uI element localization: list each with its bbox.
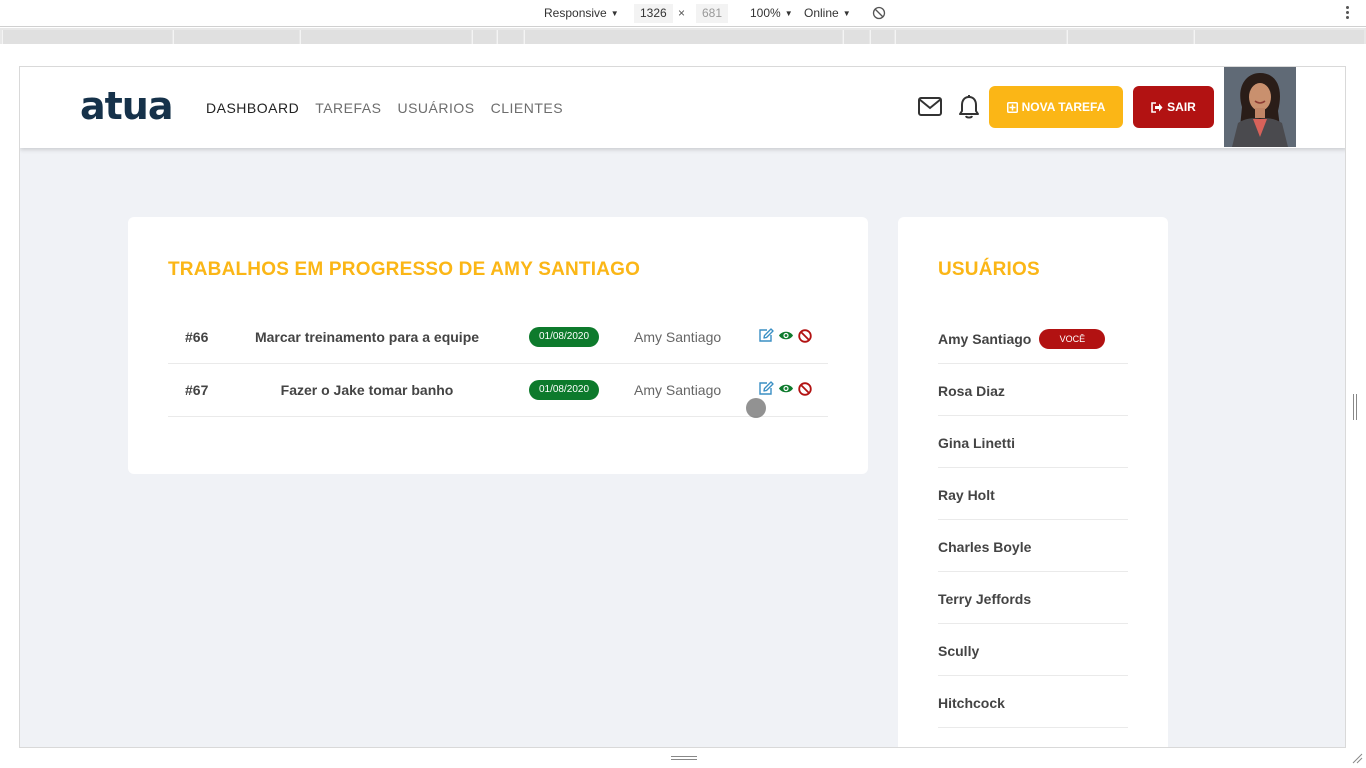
- task-title: Fazer o Jake tomar banho: [280, 382, 454, 398]
- list-item[interactable]: Gina Linetti: [938, 416, 1128, 468]
- task-actions: [758, 328, 812, 343]
- new-task-button[interactable]: NOVA TAREFA: [989, 86, 1123, 128]
- tasks-panel-title: TRABALHOS EM PROGRESSO DE AMY SANTIAGO: [168, 259, 641, 280]
- media-query-ruler: [0, 28, 1366, 44]
- exit-button[interactable]: SAIR: [1133, 86, 1214, 128]
- nav-dashboard[interactable]: DASHBOARD: [206, 100, 299, 116]
- touch-cursor: [746, 398, 766, 418]
- user-name: Charles Boyle: [938, 538, 1032, 555]
- new-task-label: NOVA TAREFA: [1021, 100, 1106, 114]
- list-item[interactable]: Amy Santiago VOCÊ: [938, 312, 1128, 364]
- network-label: Online: [804, 6, 839, 20]
- rotate-icon[interactable]: [872, 6, 886, 20]
- page-viewport: atua DASHBOARD TAREFAS USUÁRIOS CLIENTES…: [19, 66, 1346, 748]
- user-name: Scully: [938, 642, 980, 659]
- users-panel-title: USUÁRIOS: [938, 259, 1040, 280]
- list-item[interactable]: Hitchcock: [938, 676, 1128, 728]
- device-mode-select[interactable]: Responsive ▼: [544, 6, 619, 20]
- task-title: Marcar treinamento para a equipe: [254, 329, 480, 345]
- list-item[interactable]: Charles Boyle: [938, 520, 1128, 572]
- task-id: #67: [185, 382, 209, 398]
- block-icon[interactable]: [798, 381, 812, 396]
- list-item[interactable]: Ray Holt: [938, 468, 1128, 520]
- task-date-badge: 01/08/2020: [529, 380, 599, 400]
- users-list: Amy Santiago VOCÊ Rosa Diaz Gina Linetti…: [938, 312, 1128, 728]
- user-name: Terry Jeffords: [938, 590, 1032, 607]
- nav-tarefas[interactable]: TAREFAS: [315, 100, 381, 116]
- task-actions: [758, 381, 812, 396]
- task-id: #66: [185, 329, 209, 345]
- sign-out-icon: [1151, 101, 1163, 113]
- avatar[interactable]: [1224, 67, 1296, 147]
- task-owner: Amy Santiago: [634, 329, 722, 345]
- height-input[interactable]: 681: [696, 4, 729, 23]
- devtools-toolbar: Responsive ▼ 1326 × 681 100% ▼ Online ▼: [0, 0, 1366, 27]
- user-name: Ray Holt: [938, 486, 995, 503]
- list-item[interactable]: Rosa Diaz: [938, 364, 1128, 416]
- chevron-down-icon: ▼: [842, 8, 851, 18]
- task-date-badge: 01/08/2020: [529, 327, 599, 347]
- user-name: Gina Linetti: [938, 434, 1015, 451]
- user-name: Hitchcock: [938, 694, 1005, 711]
- width-input[interactable]: 1326: [634, 4, 673, 23]
- tasks-panel: TRABALHOS EM PROGRESSO DE AMY SANTIAGO #…: [128, 217, 868, 474]
- dimension-separator: ×: [678, 6, 686, 20]
- chevron-down-icon: ▼: [610, 8, 619, 18]
- table-row[interactable]: #66 Marcar treinamento para a equipe 01/…: [168, 311, 828, 364]
- logo[interactable]: atua: [80, 84, 174, 128]
- zoom-label: 100%: [750, 6, 781, 20]
- view-icon[interactable]: [778, 382, 794, 395]
- list-item[interactable]: Terry Jeffords: [938, 572, 1128, 624]
- plus-square-icon: [1006, 101, 1018, 113]
- nav-clientes[interactable]: CLIENTES: [491, 100, 563, 116]
- bell-icon[interactable]: [958, 95, 980, 119]
- user-name: Amy Santiago: [938, 330, 1032, 347]
- list-item[interactable]: Scully: [938, 624, 1128, 676]
- chevron-down-icon: ▼: [784, 8, 793, 18]
- more-options-icon[interactable]: [1344, 5, 1350, 21]
- view-icon[interactable]: [778, 329, 794, 342]
- app-header: atua DASHBOARD TAREFAS USUÁRIOS CLIENTES…: [20, 67, 1345, 148]
- task-owner: Amy Santiago: [634, 382, 722, 398]
- user-name: Rosa Diaz: [938, 382, 1005, 399]
- nav-usuarios[interactable]: USUÁRIOS: [397, 100, 474, 116]
- resize-handle-bottom[interactable]: [671, 756, 697, 762]
- resize-handle-right[interactable]: [1353, 394, 1359, 420]
- users-panel: USUÁRIOS Amy Santiago VOCÊ Rosa Diaz Gin…: [898, 217, 1168, 747]
- device-mode-label: Responsive: [544, 6, 607, 20]
- network-select[interactable]: Online ▼: [804, 6, 851, 20]
- main-nav: DASHBOARD TAREFAS USUÁRIOS CLIENTES: [206, 100, 563, 116]
- block-icon[interactable]: [798, 328, 812, 343]
- edit-icon[interactable]: [758, 328, 774, 343]
- zoom-select[interactable]: 100% ▼: [750, 6, 793, 20]
- exit-label: SAIR: [1167, 100, 1196, 114]
- you-badge: VOCÊ: [1039, 328, 1106, 349]
- mail-icon[interactable]: [918, 97, 942, 116]
- table-row[interactable]: #67 Fazer o Jake tomar banho 01/08/2020 …: [168, 364, 828, 417]
- edit-icon[interactable]: [758, 381, 774, 396]
- resize-corner-icon[interactable]: [1351, 752, 1363, 764]
